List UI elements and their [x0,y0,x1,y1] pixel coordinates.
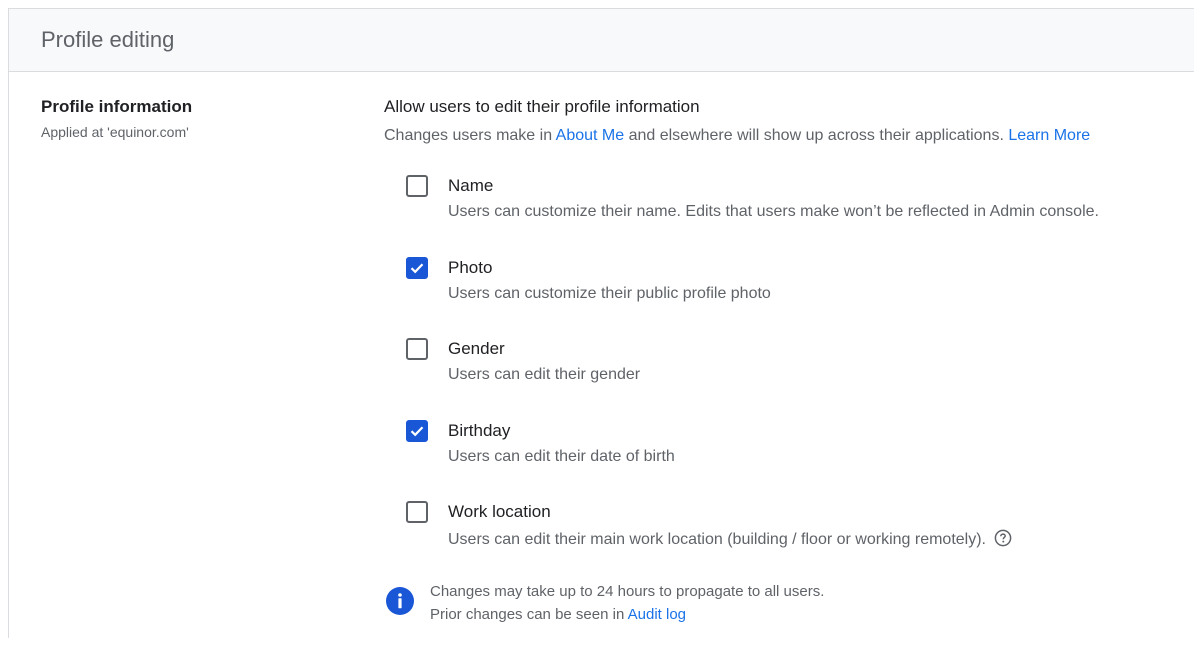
option-label: Work location [448,502,551,521]
option-description: Users can edit their gender [448,366,641,383]
option-name: Name Users can customize their name. Edi… [406,173,1194,255]
gender-checkbox[interactable] [406,338,428,360]
notice-line-1: Changes may take up to 24 hours to propa… [430,583,825,600]
option-description: Users can edit their date of birth [448,447,675,465]
option-label: Gender [448,339,505,358]
check-icon [410,262,424,273]
work-location-checkbox[interactable] [406,501,428,523]
option-photo: Photo Users can customize their public p… [406,255,1194,337]
setting-title: Profile information [41,97,193,116]
option-label: Name [448,176,494,195]
description-prefix: Changes users make in [384,127,556,144]
option-description: Users can customize their name. Edits th… [448,203,1099,220]
setting-details: Allow users to edit their profile inform… [384,97,1184,623]
work-location-description: Users can edit their main work location … [448,531,986,548]
option-description: Users can edit their main work location … [448,529,1012,552]
panel-header: Profile editing [9,9,1194,72]
about-me-link[interactable]: About Me [556,127,624,144]
option-gender: Gender Users can edit their gender [406,336,1194,418]
setting-heading: Allow users to edit their profile inform… [384,97,700,116]
option-label: Birthday [448,420,511,440]
option-work-location: Work location Users can edit their main … [406,499,1194,581]
option-description: Users can customize their public profile… [448,284,771,302]
info-icon [386,587,414,615]
option-label: Photo [448,257,493,277]
applied-at-label: Applied at 'equinor.com' [41,124,189,140]
birthday-checkbox[interactable] [406,419,428,442]
setting-description: Changes users make in About Me and elsew… [384,127,1184,145]
help-circle-icon[interactable] [994,529,1012,552]
setting-summary: Profile information Applied at 'equinor.… [41,97,192,140]
options-list: Name Users can customize their name. Edi… [406,173,1194,581]
name-checkbox[interactable] [406,175,428,197]
audit-log-link[interactable]: Audit log [628,606,686,623]
learn-more-link[interactable]: Learn More [1008,127,1090,144]
option-birthday: Birthday Users can edit their date of bi… [406,418,1194,500]
panel-title: Profile editing [41,27,175,52]
notice-prefix: Prior changes can be seen in [430,606,628,623]
description-middle: and elsewhere will show up across their … [624,127,1009,144]
check-icon [410,425,424,436]
notice-line-2: Prior changes can be seen in Audit log [430,606,686,623]
profile-editing-panel: Profile editing Profile information Appl… [8,8,1194,638]
photo-checkbox[interactable] [406,256,428,279]
